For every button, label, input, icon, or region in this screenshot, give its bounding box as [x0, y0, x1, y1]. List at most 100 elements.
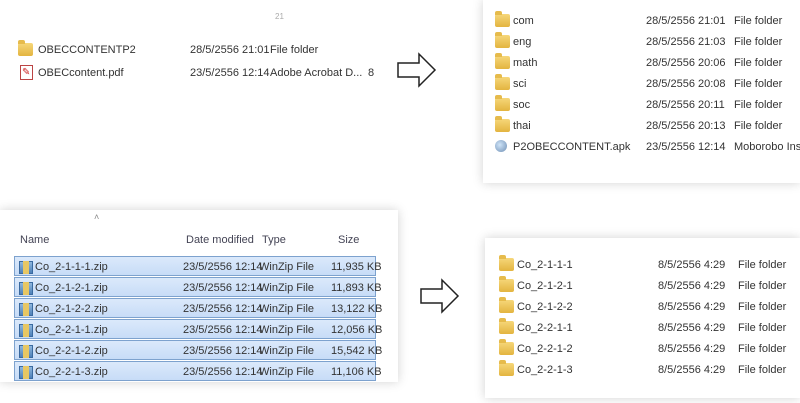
- column-header-fragment: 21: [275, 12, 284, 21]
- file-type: File folder: [734, 78, 783, 90]
- file-type: Adobe Acrobat D...: [270, 67, 363, 79]
- column-header-name[interactable]: Name: [20, 234, 49, 246]
- file-name: sci: [513, 78, 527, 90]
- file-name: Co_2-2-1-2: [517, 343, 573, 355]
- file-type: File folder: [738, 259, 787, 271]
- file-type: WinZip File: [259, 282, 315, 294]
- file-row[interactable]: thai 28/5/2556 20:13 File folder: [483, 116, 800, 136]
- file-row[interactable]: Co_2-1-2-2.zip 23/5/2556 12:14 WinZip File…: [14, 298, 382, 318]
- file-type: File folder: [738, 280, 787, 292]
- file-size: 15,542 KB: [331, 345, 383, 357]
- file-row[interactable]: OBECcontent.pdf 23/5/2556 12:14 Adobe Ac…: [0, 63, 400, 83]
- file-size: 11,106 KB: [331, 366, 382, 378]
- file-row[interactable]: Co_2-2-1-1.zip 23/5/2556 12:14 WinZip File…: [14, 319, 382, 339]
- file-row[interactable]: Co_2-1-2-1.zip 23/5/2556 12:14 WinZip File…: [14, 277, 382, 297]
- file-row[interactable]: eng 28/5/2556 21:03 File folder: [483, 32, 800, 52]
- file-type: WinZip File: [259, 366, 315, 378]
- folder-icon: [499, 297, 514, 313]
- folder-icon: [499, 339, 514, 355]
- file-date: 23/5/2556 12:14: [183, 366, 263, 378]
- file-type: File folder: [738, 343, 787, 355]
- column-header-date[interactable]: Date modified: [186, 234, 254, 246]
- column-header-type[interactable]: Type: [262, 234, 286, 246]
- explorer-panel-bottom-left: ˄ Name Date modified Type Size Co_2-1-1-…: [0, 210, 398, 382]
- file-date: 28/5/2556 20:08: [646, 78, 726, 90]
- file-name: P2OBECCONTENT.apk: [513, 141, 631, 153]
- file-row[interactable]: math 28/5/2556 20:06 File folder: [483, 53, 800, 73]
- file-row[interactable]: Co_2-2-1-3 8/5/2556 4:29 File folder: [485, 360, 800, 380]
- file-date: 28/5/2556 21:01: [646, 15, 726, 27]
- file-name: eng: [513, 36, 532, 48]
- file-row[interactable]: Co_2-1-1-1.zip 23/5/2556 12:14 WinZip File…: [14, 256, 382, 276]
- file-date: 8/5/2556 4:29: [658, 343, 726, 355]
- folder-icon: [495, 32, 510, 48]
- folder-icon: [495, 116, 510, 132]
- file-row[interactable]: soc 28/5/2556 20:11 File folder: [483, 95, 800, 115]
- file-size: 12,056 KB: [331, 324, 383, 336]
- file-date: 8/5/2556 4:29: [658, 280, 726, 292]
- file-name: Co_2-2-1-1.zip: [35, 324, 108, 336]
- file-type: WinZip File: [259, 324, 315, 336]
- zip-icon: [19, 282, 33, 295]
- file-name: thai: [513, 120, 531, 132]
- file-type: File folder: [738, 322, 787, 334]
- file-row[interactable]: Co_2-2-1-2 8/5/2556 4:29 File folder: [485, 339, 800, 359]
- file-date: 28/5/2556 21:03: [646, 36, 726, 48]
- file-row[interactable]: OBECCONTENTP2 28/5/2556 21:01 File folde…: [0, 40, 400, 60]
- file-date: 23/5/2556 12:14: [183, 261, 263, 273]
- file-row[interactable]: Co_2-2-1-2.zip 23/5/2556 12:14 WinZip File…: [14, 340, 382, 360]
- file-name: math: [513, 57, 538, 69]
- file-type: WinZip File: [259, 345, 315, 357]
- file-date: 23/5/2556 12:14: [183, 345, 263, 357]
- folder-icon: [499, 255, 514, 271]
- file-type: File folder: [734, 15, 783, 27]
- file-date: 23/5/2556 12:14: [183, 282, 263, 294]
- folder-icon: [499, 318, 514, 334]
- zip-icon: [19, 303, 33, 316]
- file-date: 8/5/2556 4:29: [658, 259, 726, 271]
- file-date: 8/5/2556 4:29: [658, 301, 726, 313]
- file-size: 11,893 KB: [331, 282, 382, 294]
- file-row[interactable]: sci 28/5/2556 20:08 File folder: [483, 74, 800, 94]
- arrow-right-icon: [397, 52, 437, 88]
- explorer-panel-top-right: com 28/5/2556 21:01 File folder eng 28/5/255…: [483, 0, 800, 183]
- explorer-panel-top-left: 21 OBECCONTENTP2 28/5/2556 21:01 File fo…: [0, 0, 400, 185]
- file-type: Moborobo Installer: [734, 141, 800, 153]
- file-row[interactable]: Co_2-2-1-1 8/5/2556 4:29 File folder: [485, 318, 800, 338]
- zip-icon: [19, 261, 33, 274]
- file-name: Co_2-2-1-3.zip: [35, 366, 108, 378]
- file-size: 8: [368, 67, 375, 79]
- file-type: WinZip File: [259, 261, 315, 273]
- zip-icon: [19, 345, 33, 358]
- file-row[interactable]: Co_2-1-2-2 8/5/2556 4:29 File folder: [485, 297, 800, 317]
- column-header-size[interactable]: Size: [338, 234, 359, 246]
- file-name: Co_2-1-2-2.zip: [35, 303, 108, 315]
- file-row[interactable]: com 28/5/2556 21:01 File folder: [483, 11, 800, 31]
- zip-icon: [19, 324, 33, 337]
- file-name: Co_2-1-2-2: [517, 301, 573, 313]
- explorer-panel-bottom-right: Co_2-1-1-1 8/5/2556 4:29 File folder Co_2-1…: [485, 238, 800, 398]
- apk-icon: [495, 140, 507, 152]
- file-size: 11,935 KB: [331, 261, 382, 273]
- file-name: Co_2-1-1-1: [517, 259, 573, 271]
- file-date: 8/5/2556 4:29: [658, 322, 726, 334]
- file-row[interactable]: Co_2-2-1-3.zip 23/5/2556 12:14 WinZip File…: [14, 361, 382, 381]
- file-date: 28/5/2556 20:11: [646, 99, 725, 111]
- file-type: File folder: [738, 301, 787, 313]
- file-date: 28/5/2556 20:13: [646, 120, 726, 132]
- file-row[interactable]: Co_2-1-2-1 8/5/2556 4:29 File folder: [485, 276, 800, 296]
- file-row[interactable]: P2OBECCONTENT.apk 23/5/2556 12:14 Moborobo…: [483, 137, 800, 157]
- file-type: File folder: [734, 57, 783, 69]
- file-type: WinZip File: [259, 303, 315, 315]
- pdf-icon: [20, 63, 33, 83]
- file-row[interactable]: Co_2-1-1-1 8/5/2556 4:29 File folder: [485, 255, 800, 275]
- file-date: 23/5/2556 12:14: [183, 303, 263, 315]
- sort-indicator-icon: ˄: [94, 212, 100, 222]
- file-name: OBECCONTENTP2: [38, 44, 136, 56]
- arrow-right-icon: [420, 278, 460, 314]
- file-type: File folder: [734, 36, 783, 48]
- file-name: Co_2-2-1-1: [517, 322, 573, 334]
- file-date: 23/5/2556 12:14: [646, 141, 726, 153]
- file-name: Co_2-2-1-2.zip: [35, 345, 108, 357]
- file-date: 23/5/2556 12:14: [190, 67, 270, 79]
